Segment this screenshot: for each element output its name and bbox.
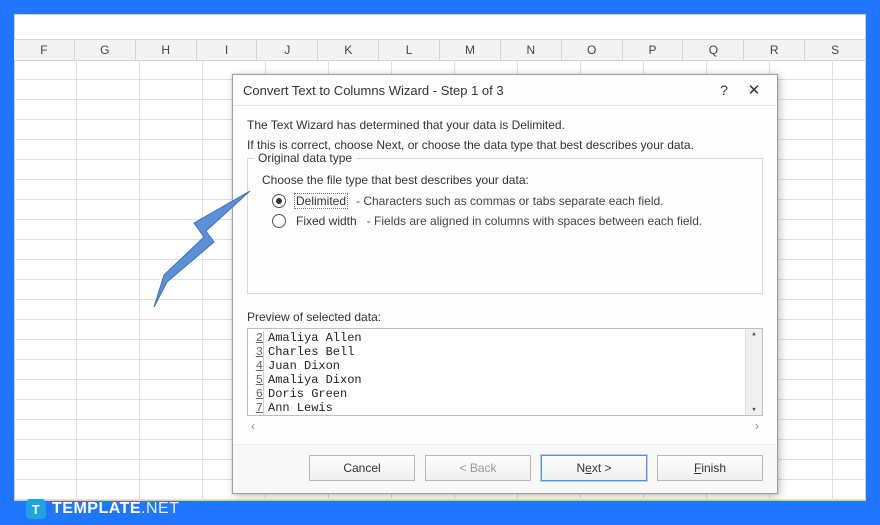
column-header[interactable]: R xyxy=(744,40,805,60)
column-header[interactable]: H xyxy=(136,40,197,60)
original-data-type-group: Original data type Choose the file type … xyxy=(247,158,763,294)
radio-icon[interactable] xyxy=(272,214,286,228)
watermark: T TEMPLATE.NET xyxy=(26,499,179,519)
column-header[interactable]: O xyxy=(562,40,623,60)
group-legend: Original data type xyxy=(254,151,356,165)
radio-label: Fixed width xyxy=(294,213,359,229)
preview-row: 7Ann Lewis xyxy=(252,401,741,415)
column-header[interactable]: S xyxy=(805,40,866,60)
radio-row-delimited[interactable]: Delimited - Characters such as commas or … xyxy=(272,193,752,209)
preview-horizontal-scrollbar[interactable]: ‹ › xyxy=(247,418,763,434)
next-button[interactable]: Next > xyxy=(541,455,647,481)
close-icon[interactable]: ✕ xyxy=(739,81,769,99)
watermark-brand: TEMPLATE xyxy=(52,500,141,517)
finish-button[interactable]: Finish xyxy=(657,455,763,481)
column-header[interactable]: N xyxy=(501,40,562,60)
column-header[interactable]: J xyxy=(257,40,318,60)
cancel-button[interactable]: Cancel xyxy=(309,455,415,481)
preview-row: 6Doris Green xyxy=(252,387,741,401)
scroll-right-icon[interactable]: › xyxy=(755,419,759,433)
preview-box: 2Amaliya Allen3Charles Bell4Juan Dixon5A… xyxy=(247,328,763,416)
preview-vertical-scrollbar[interactable]: ▴ ▾ xyxy=(745,329,762,415)
intro-line-1: The Text Wizard has determined that your… xyxy=(247,118,763,132)
preview-content: 2Amaliya Allen3Charles Bell4Juan Dixon5A… xyxy=(248,329,745,415)
dialog-title: Convert Text to Columns Wizard - Step 1 … xyxy=(243,83,709,98)
scroll-left-icon[interactable]: ‹ xyxy=(251,419,255,433)
radio-icon[interactable] xyxy=(272,194,286,208)
radio-description: - Fields are aligned in columns with spa… xyxy=(367,214,703,228)
intro-line-2: If this is correct, choose Next, or choo… xyxy=(247,138,763,152)
column-header[interactable]: G xyxy=(75,40,136,60)
scroll-down-icon[interactable]: ▾ xyxy=(751,405,756,415)
scroll-up-icon[interactable]: ▴ xyxy=(751,329,756,339)
column-header[interactable]: F xyxy=(14,40,75,60)
app-frame: FGHIJKLMNOPQRS Convert Text to Columns W… xyxy=(14,14,866,501)
column-header[interactable]: L xyxy=(379,40,440,60)
column-header[interactable]: M xyxy=(440,40,501,60)
preview-row: 2Amaliya Allen xyxy=(252,331,741,345)
column-header[interactable]: K xyxy=(318,40,379,60)
column-header[interactable]: I xyxy=(197,40,258,60)
dialog-body: The Text Wizard has determined that your… xyxy=(233,106,777,444)
preview-label: Preview of selected data: xyxy=(247,310,763,324)
dialog-button-row: Cancel < Back Next > Finish xyxy=(233,444,777,493)
preview-row: 4Juan Dixon xyxy=(252,359,741,373)
radio-row-fixed-width[interactable]: Fixed width - Fields are aligned in colum… xyxy=(272,213,752,229)
help-icon[interactable]: ? xyxy=(709,82,739,98)
dialog-titlebar: Convert Text to Columns Wizard - Step 1 … xyxy=(233,75,777,106)
back-button: < Back xyxy=(425,455,531,481)
column-headers-row: FGHIJKLMNOPQRS xyxy=(14,39,866,61)
watermark-suffix: .NET xyxy=(141,500,179,517)
choose-file-type-label: Choose the file type that best describes… xyxy=(262,173,752,187)
radio-description: - Characters such as commas or tabs sepa… xyxy=(356,194,663,208)
text-to-columns-dialog: Convert Text to Columns Wizard - Step 1 … xyxy=(232,74,778,494)
watermark-badge-icon: T xyxy=(26,499,46,519)
preview-row: 5Amaliya Dixon xyxy=(252,373,741,387)
preview-row: 3Charles Bell xyxy=(252,345,741,359)
column-header[interactable]: P xyxy=(623,40,684,60)
column-header[interactable]: Q xyxy=(683,40,744,60)
radio-label: Delimited xyxy=(294,193,348,209)
